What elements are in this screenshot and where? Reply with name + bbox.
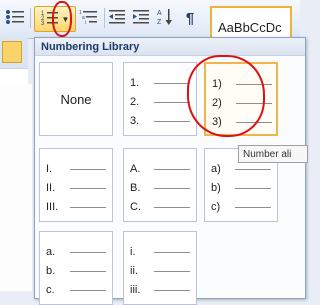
list-line xyxy=(154,82,190,84)
list-item: 1. xyxy=(130,77,190,89)
list-item: A. xyxy=(130,163,190,175)
list-marker: ii. xyxy=(130,265,138,277)
list-marker: B. xyxy=(130,182,141,194)
list-item: I. xyxy=(46,163,106,175)
ribbon-separator xyxy=(30,8,31,28)
list-line xyxy=(70,206,106,208)
list-line xyxy=(70,251,106,253)
list-line xyxy=(154,289,190,291)
list-item: C. xyxy=(130,201,190,213)
list-marker: II. xyxy=(46,182,56,194)
list-marker: b) xyxy=(211,182,221,194)
list-line xyxy=(154,251,190,253)
list-item: c. xyxy=(46,284,106,296)
list-line xyxy=(154,187,190,189)
list-line xyxy=(70,187,106,189)
list-item: a) xyxy=(211,163,271,175)
list-line xyxy=(235,206,271,208)
list-item: 3. xyxy=(130,115,190,127)
numbering-option-alpha-lower[interactable]: a. b. c. xyxy=(39,231,113,305)
list-marker: 2. xyxy=(130,96,140,108)
align-left-button[interactable] xyxy=(2,41,22,63)
list-marker: 1. xyxy=(130,77,140,89)
list-item: b) xyxy=(211,182,271,194)
ribbon: 123 ▼ 1ai AZ ¶ AaBbCcDc xyxy=(0,0,300,58)
list-item: iii. xyxy=(130,284,190,296)
show-formatting-button[interactable]: ¶ xyxy=(178,6,202,30)
style-preview-text: AaBbCcDc xyxy=(218,20,282,35)
list-item: c) xyxy=(211,201,271,213)
numbering-option-roman-lower[interactable]: i. ii. iii. xyxy=(123,231,197,305)
numbering-option-roman-upper[interactable]: I. II. III. xyxy=(39,148,113,222)
list-item: i. xyxy=(130,246,190,258)
increase-indent-icon xyxy=(133,9,149,28)
annotation-circle xyxy=(52,1,72,37)
sort-icon: AZ xyxy=(157,8,173,29)
list-line xyxy=(154,101,190,103)
increase-indent-button[interactable] xyxy=(130,6,152,30)
decrease-indent-icon xyxy=(109,9,125,28)
numbering-option-decimal[interactable]: 1. 2. 3. xyxy=(123,62,197,136)
pilcrow-icon: ¶ xyxy=(185,9,195,27)
panel-title: Numbering Library xyxy=(35,38,305,56)
list-line xyxy=(154,206,190,208)
bullet-list-icon xyxy=(5,9,25,28)
list-line xyxy=(154,270,190,272)
list-marker: C. xyxy=(130,201,141,213)
list-marker: A. xyxy=(130,163,141,175)
list-line xyxy=(70,168,106,170)
list-line xyxy=(70,289,106,291)
ribbon-separator xyxy=(104,8,105,28)
svg-text:3: 3 xyxy=(41,21,45,27)
numbering-option-none[interactable]: None xyxy=(39,62,113,136)
numbering-dropdown: Numbering Library None 1. 2. 3. 1) 2) 3) I. I… xyxy=(34,37,306,305)
list-item: II. xyxy=(46,182,106,194)
list-marker: b. xyxy=(46,265,56,277)
list-marker: iii. xyxy=(130,284,141,296)
list-line xyxy=(70,270,106,272)
none-label: None xyxy=(60,91,92,107)
multilevel-list-icon: 1ai xyxy=(79,9,99,28)
list-marker: i. xyxy=(130,246,136,258)
decrease-indent-button[interactable] xyxy=(106,6,128,30)
list-item: III. xyxy=(46,201,106,213)
svg-text:i: i xyxy=(85,20,86,25)
numbering-option-alpha-upper[interactable]: A. B. C. xyxy=(123,148,197,222)
list-line xyxy=(154,120,190,122)
list-marker: III. xyxy=(46,201,59,213)
list-marker: 3. xyxy=(130,115,140,127)
multilevel-list-button[interactable]: 1ai xyxy=(76,6,102,30)
list-marker: a) xyxy=(211,163,221,175)
list-marker: c. xyxy=(46,284,55,296)
sort-button[interactable]: AZ xyxy=(154,6,176,30)
list-marker: I. xyxy=(46,163,53,175)
list-line xyxy=(154,168,190,170)
list-item: ii. xyxy=(130,265,190,277)
tooltip: Number ali xyxy=(238,145,308,163)
list-marker: c) xyxy=(211,201,221,213)
list-marker: a. xyxy=(46,246,56,258)
list-item: a. xyxy=(46,246,106,258)
list-item: B. xyxy=(130,182,190,194)
bullets-button[interactable] xyxy=(2,6,28,30)
list-item: b. xyxy=(46,265,106,277)
document-area xyxy=(0,84,32,291)
annotation-circle xyxy=(187,55,265,137)
list-line xyxy=(235,168,271,170)
list-item: 2. xyxy=(130,96,190,108)
list-line xyxy=(235,187,271,189)
svg-text:Z: Z xyxy=(157,19,162,26)
svg-text:A: A xyxy=(157,10,162,17)
